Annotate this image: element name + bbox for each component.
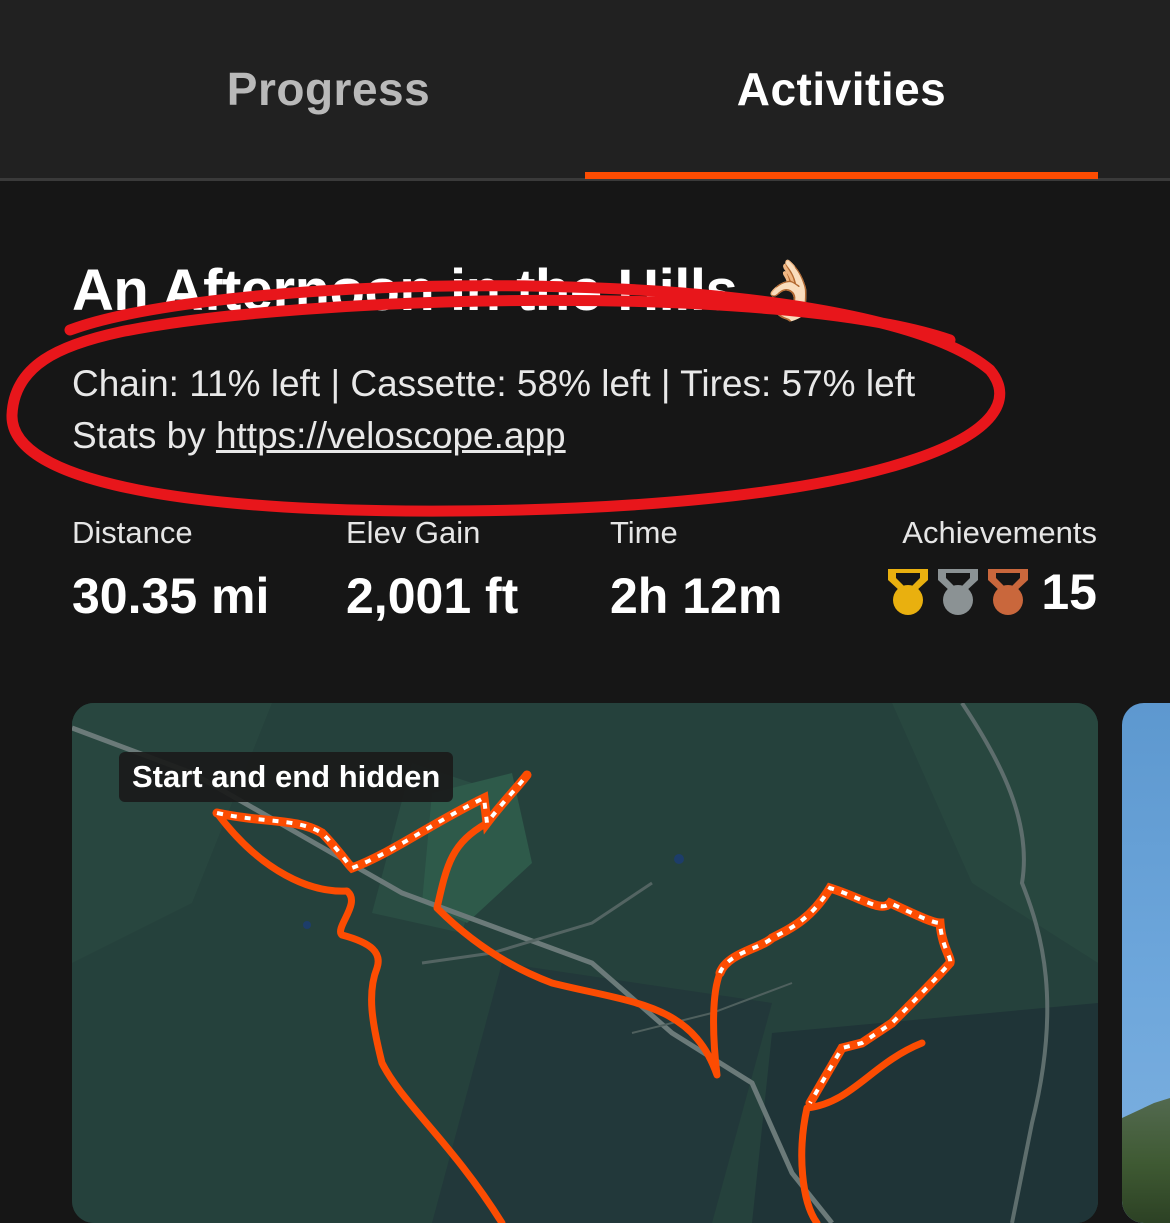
stat-distance-label: Distance <box>72 515 193 550</box>
stat-time-label: Time <box>610 515 678 550</box>
veloscope-link[interactable]: https://veloscope.app <box>216 415 566 456</box>
tab-activities[interactable]: Activities <box>585 0 1098 178</box>
stat-achievements-label: Achievements <box>902 515 1097 550</box>
activity-title: An Afternoon in the Hills 👌🏻 <box>72 256 825 325</box>
component-wear-text: Chain: 11% left | Cassette: 58% left | T… <box>72 363 916 404</box>
stats-by-prefix: Stats by <box>72 415 216 456</box>
activity-photo-thumbnail[interactable] <box>1122 703 1170 1223</box>
tab-progress[interactable]: Progress <box>72 0 585 178</box>
silver-medal-icon <box>938 569 979 615</box>
stats-by-line: Stats by https://veloscope.app <box>72 410 1032 462</box>
gold-medal-icon <box>888 569 929 615</box>
stat-elev-gain-label: Elev Gain <box>346 515 481 550</box>
stat-distance: Distance 30.35 mi <box>72 515 269 625</box>
stat-time: Time 2h 12m <box>610 515 782 625</box>
bronze-medal-icon <box>988 569 1029 615</box>
active-tab-indicator <box>585 172 1098 179</box>
stat-achievements-value: 15 <box>1041 564 1097 620</box>
route-map[interactable]: Start and end hidden <box>72 703 1098 1223</box>
start-end-hidden-badge: Start and end hidden <box>119 752 454 802</box>
stat-elev-gain: Elev Gain 2,001 ft <box>346 515 518 625</box>
activity-description: Chain: 11% left | Cassette: 58% left | T… <box>72 358 1032 462</box>
tab-bar: Progress Activities <box>0 0 1170 181</box>
stat-distance-value: 30.35 mi <box>72 568 270 624</box>
ok-hand-emoji-icon: 👌🏻 <box>752 256 825 324</box>
achievements-row: 15 <box>885 563 1097 621</box>
stat-achievements[interactable]: Achievements 15 <box>885 515 1097 621</box>
stat-elev-gain-value: 2,001 ft <box>346 568 519 624</box>
photo-hill <box>1122 1088 1170 1223</box>
stat-time-value: 2h 12m <box>610 568 783 624</box>
activity-title-text: An Afternoon in the Hills <box>72 258 738 323</box>
